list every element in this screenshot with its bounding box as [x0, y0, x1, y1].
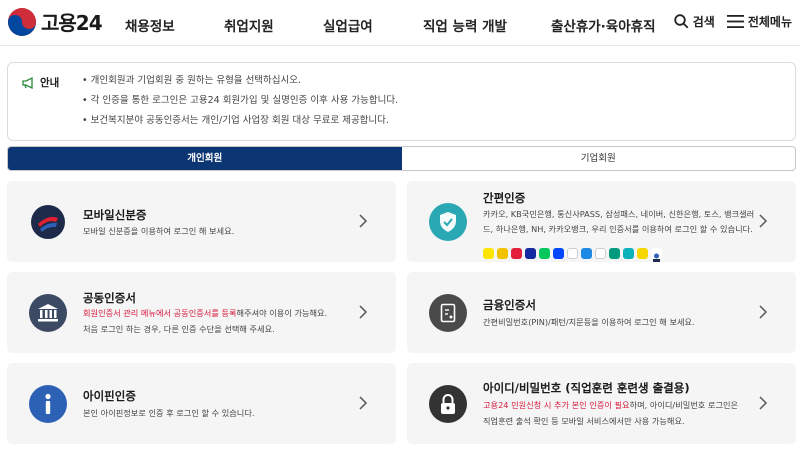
card-description-highlight: 고용24 민원신청 시 추가 본인 인증이 필요 [483, 400, 630, 410]
all-menu-button[interactable]: 전체메뉴 [726, 13, 792, 30]
samsung-pass-icon [525, 248, 536, 259]
notice-item: 보건복지분야 공동인증서는 개인/기업 사업장 회원 대상 무료로 제공합니다. [82, 115, 398, 135]
site-logo[interactable]: 고용24 [8, 7, 103, 36]
document-icon [429, 294, 467, 332]
kakaobank-icon [623, 248, 634, 259]
simple-auth-login-card[interactable]: 간편인증 카카오, KB국민은행, 통신사PASS, 삼성패스, 네이버, 신한… [407, 181, 796, 262]
megaphone-icon [22, 76, 33, 89]
notice-list: 개인회원과 기업회원 중 원하는 유형을 선택하십시오. 각 인증을 통한 로그… [82, 75, 399, 135]
chevron-right-icon [759, 305, 768, 319]
mobile-id-icon [29, 203, 67, 241]
info-icon [29, 385, 67, 423]
financial-cert-login-card[interactable]: 금융인증서 간편비밀번호(PIN)/패턴/지문등을 이용하여 로그인 해 보세요… [407, 272, 796, 353]
search-button[interactable]: 검색 [674, 13, 715, 30]
tab-business[interactable]: 기업회원 [402, 147, 796, 170]
card-title: 아이디/비밀번호 (직업훈련 훈련생 출결용) [483, 381, 690, 395]
nh-icon [609, 248, 620, 259]
notice-label: 안내 [22, 75, 59, 90]
chevron-right-icon [759, 214, 768, 228]
pass-icon [511, 248, 522, 259]
card-description: 처음 로그인 하는 경우, 다른 인증 수단을 선택해 주세요. [83, 324, 275, 334]
shinhan-icon [553, 248, 564, 259]
nav-item-jobs[interactable]: 채용정보 [125, 15, 175, 35]
card-title: 모바일신분증 [83, 208, 147, 222]
search-icon [674, 14, 689, 29]
bank-building-icon [29, 294, 67, 332]
card-description-highlight: 회원인증서 관리 메뉴에서 공동인증서를 등록 [83, 308, 237, 318]
naver-icon [539, 248, 550, 259]
card-description: 드, 하나은행, NH, 카카오뱅크, 우리 인증서를 이용하여 로그인 할 수… [483, 224, 753, 234]
card-description-rest: 하며, 아이디/비밀번호 로그인은 [629, 400, 739, 410]
member-type-tabs: 개인회원 기업회원 [7, 146, 796, 171]
auth-provider-icons [483, 248, 662, 262]
taegeuk-logo-icon [8, 7, 36, 36]
chevron-right-icon [359, 214, 368, 228]
chevron-right-icon [359, 305, 368, 319]
kb-bank-icon [497, 248, 508, 259]
chevron-right-icon [359, 396, 368, 410]
card-title: 금융인증서 [483, 298, 536, 312]
lock-icon [429, 385, 467, 423]
card-description: 본인 아이핀정보로 인증 후 로그인 할 수 있습니다. [83, 408, 255, 418]
joint-cert-login-card[interactable]: 공동인증서 회원인증서 관리 메뉴에서 공동인증서를 등록해주셔야 이용이 가능… [7, 272, 396, 353]
site-header: 고용24 채용정보 취업지원 실업급여 직업 능력 개발 출산휴가·육아휴직 검… [0, 0, 800, 46]
nav-item-employment-support[interactable]: 취업지원 [224, 15, 274, 35]
card-title: 공동인증서 [83, 291, 136, 305]
card-description-rest: 해주셔야 이용이 가능해요. [236, 308, 328, 318]
shield-check-icon [429, 203, 467, 241]
card-description: 고용24 민원신청 시 추가 본인 인증이 필요하며, 아이디/비밀번호 로그인… [483, 398, 738, 413]
id-password-login-card[interactable]: 아이디/비밀번호 (직업훈련 훈련생 출결용) 고용24 민원신청 시 추가 본… [407, 363, 796, 444]
card-description: 카카오, KB국민은행, 통신사PASS, 삼성패스, 네이버, 신한은행, 토… [483, 209, 755, 219]
all-menu-label: 전체메뉴 [747, 15, 792, 29]
card-description: 간편비밀번호(PIN)/패턴/지문등을 이용하여 로그인 해 보세요. [483, 317, 695, 327]
card-description: 회원인증서 관리 메뉴에서 공동인증서를 등록해주셔야 이용이 가능해요. [83, 306, 327, 321]
notice-label-text: 안내 [40, 77, 60, 89]
card-description: 모바일 신분증을 이용하여 로그인 해 보세요. [83, 226, 235, 236]
hana-bank-icon [595, 248, 606, 259]
mobile-id-login-card[interactable]: 모바일신분증 모바일 신분증을 이용하여 로그인 해 보세요. [7, 181, 396, 262]
chevron-right-icon [759, 396, 768, 410]
nav-item-vocational-training[interactable]: 직업 능력 개발 [423, 15, 507, 35]
hamburger-icon [726, 15, 744, 28]
search-label: 검색 [692, 15, 715, 29]
nav-item-parental-leave[interactable]: 출산휴가·육아휴직 [551, 15, 656, 35]
extra-provider-icon [651, 248, 662, 262]
ipin-login-card[interactable]: 아이핀인증 본인 아이핀정보로 인증 후 로그인 할 수 있습니다. [7, 363, 396, 444]
card-title: 간편인증 [483, 191, 526, 205]
notice-item: 각 인증을 통한 로그인은 고용24 회원가입 및 실명인증 이후 사용 가능합… [82, 95, 399, 115]
notice-box: 안내 개인회원과 기업회원 중 원하는 유형을 선택하십시오. 각 인증을 통한… [7, 62, 796, 141]
card-title: 아이핀인증 [83, 389, 136, 403]
banksalad-icon [581, 248, 592, 259]
kakao-icon [483, 248, 494, 259]
toss-icon [567, 248, 578, 259]
nav-item-unemployment-benefit[interactable]: 실업급여 [323, 15, 373, 35]
tab-personal[interactable]: 개인회원 [8, 147, 402, 170]
notice-item: 개인회원과 기업회원 중 원하는 유형을 선택하십시오. [82, 75, 398, 95]
logo-text: 고용24 [41, 11, 103, 35]
woori-icon [637, 248, 648, 259]
card-description: 직업훈련 출석 확인 등 모바일 서비스에서만 사용 가능해요. [483, 416, 685, 426]
